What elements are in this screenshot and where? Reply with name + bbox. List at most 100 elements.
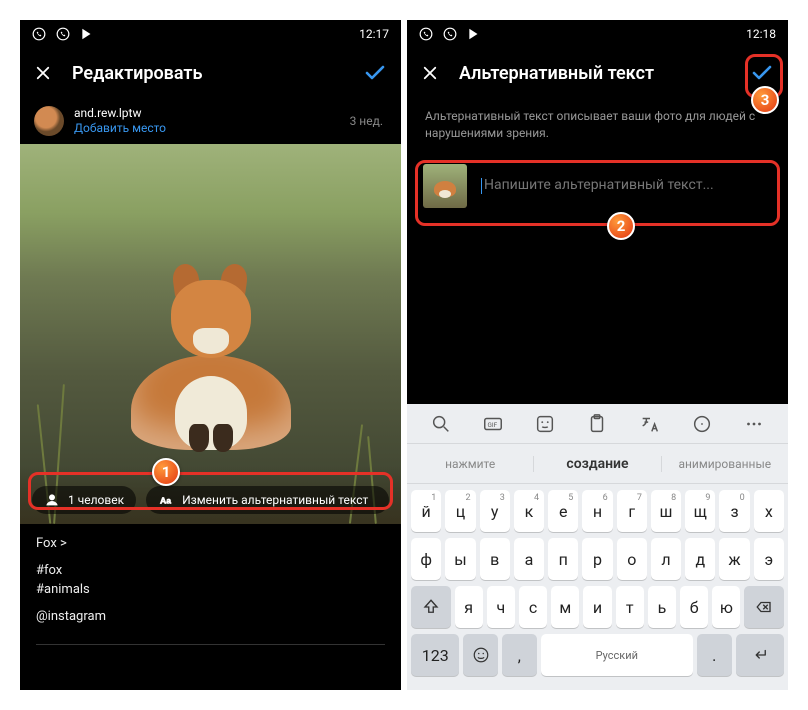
add-location-link[interactable]: Добавить место (74, 121, 166, 136)
key[interactable]: й1 (411, 490, 441, 532)
tagged-people-label: 1 человек (68, 493, 124, 507)
statusbar: 12:18 (407, 20, 788, 48)
key[interactable]: п (548, 538, 578, 580)
divider (36, 644, 385, 645)
status-time: 12:17 (359, 27, 389, 41)
close-icon[interactable] (34, 64, 52, 82)
status-time: 12:18 (746, 27, 776, 41)
key[interactable]: о (617, 538, 647, 580)
key[interactable]: р (582, 538, 612, 580)
key[interactable]: я (455, 586, 483, 628)
key[interactable]: ч (487, 586, 515, 628)
key[interactable] (744, 586, 784, 628)
sticker-icon[interactable] (534, 413, 556, 435)
key[interactable]: т (616, 586, 644, 628)
key[interactable]: э (754, 538, 784, 580)
key[interactable] (463, 634, 498, 676)
key[interactable]: з0 (719, 490, 749, 532)
key[interactable]: в (480, 538, 510, 580)
text-caret (481, 178, 482, 194)
backspace-icon (755, 598, 773, 616)
enter-icon (751, 646, 769, 664)
translate-icon[interactable] (639, 413, 661, 435)
play-store-icon (80, 27, 94, 41)
key[interactable]: ц2 (445, 490, 475, 532)
settings-icon[interactable] (691, 413, 713, 435)
emoji-icon (472, 646, 490, 664)
close-icon[interactable] (421, 64, 439, 82)
key[interactable]: ы (445, 538, 475, 580)
suggestion[interactable]: создание (533, 456, 661, 472)
viber-icon (32, 27, 46, 41)
key[interactable]: ф (411, 538, 441, 580)
suggestion[interactable]: нажмите (407, 457, 533, 471)
suggestion[interactable]: анимированные (662, 457, 788, 471)
key[interactable]: у3 (480, 490, 510, 532)
play-store-icon (467, 27, 481, 41)
caption-line: Fox > (36, 536, 385, 551)
phone-left: 12:17 Редактировать and.rew.lptw Добавит… (20, 20, 401, 690)
phone-right: 12:18 Альтернативный текст Альтернативны… (407, 20, 788, 690)
key[interactable]: м (551, 586, 579, 628)
hashtag[interactable]: #animals (36, 582, 385, 597)
mention[interactable]: @instagram (36, 609, 385, 624)
shift-icon (422, 598, 440, 616)
clipboard-icon[interactable] (586, 413, 608, 435)
key[interactable]: . (697, 634, 732, 676)
key[interactable] (411, 586, 451, 628)
key[interactable]: 123 (411, 634, 459, 676)
statusbar: 12:17 (20, 20, 401, 48)
confirm-check-icon[interactable] (750, 61, 774, 85)
edit-alt-text-button[interactable]: Aa Изменить альтернативный текст (146, 486, 389, 514)
username[interactable]: and.rew.lptw (74, 106, 166, 121)
key[interactable]: е5 (548, 490, 578, 532)
page-title: Альтернативный текст (459, 63, 730, 84)
key[interactable]: б (680, 586, 708, 628)
author-row: and.rew.lptw Добавить место 3 нед. (20, 98, 401, 144)
kb-toolbar: GIF (407, 404, 788, 444)
key[interactable] (736, 634, 784, 676)
appbar: Альтернативный текст (407, 48, 788, 98)
confirm-check-icon[interactable] (363, 61, 387, 85)
aa-icon: Aa (158, 492, 174, 508)
key[interactable]: с (519, 586, 547, 628)
viber-icon-2 (443, 27, 457, 41)
alt-text-input[interactable]: Напишите альтернативный текст... (481, 177, 772, 193)
key[interactable]: д (685, 538, 715, 580)
fox-illustration (111, 270, 311, 450)
photo-thumbnail (423, 164, 467, 208)
key[interactable]: щ9 (685, 490, 715, 532)
key[interactable]: к4 (514, 490, 544, 532)
avatar[interactable] (34, 106, 64, 136)
soft-keyboard: GIF нажмите создание анимированные й1ц2у… (407, 404, 788, 690)
key[interactable]: а (514, 538, 544, 580)
key[interactable]: ж (719, 538, 749, 580)
key[interactable]: ь (648, 586, 676, 628)
key[interactable]: н6 (582, 490, 612, 532)
appbar: Редактировать (20, 48, 401, 98)
svg-text:Aa: Aa (160, 495, 171, 505)
gif-icon[interactable]: GIF (482, 413, 504, 435)
person-icon (44, 492, 60, 508)
more-icon[interactable] (743, 413, 765, 435)
tagged-people-button[interactable]: 1 человек (32, 486, 136, 514)
kb-suggestions: нажмите создание анимированные (407, 444, 788, 484)
key[interactable]: г7 (617, 490, 647, 532)
caption-block[interactable]: Fox > #fox #animals @instagram (20, 524, 401, 636)
edit-alt-text-label: Изменить альтернативный текст (182, 493, 368, 507)
key[interactable]: х (754, 490, 784, 532)
key[interactable]: , (502, 634, 537, 676)
alt-text-input-row[interactable]: Напишите альтернативный текст... (407, 160, 788, 228)
svg-text:GIF: GIF (488, 420, 498, 428)
key[interactable]: Русский (541, 634, 693, 676)
alt-text-placeholder: Напишите альтернативный текст... (484, 177, 714, 193)
page-title: Редактировать (72, 63, 343, 84)
post-photo[interactable]: 1 человек Aa Изменить альтернативный тек… (20, 144, 401, 524)
hashtag[interactable]: #fox (36, 563, 385, 578)
search-icon[interactable] (430, 413, 452, 435)
key[interactable]: ю (712, 586, 740, 628)
viber-icon-2 (56, 27, 70, 41)
key[interactable]: ш8 (651, 490, 681, 532)
key[interactable]: и (583, 586, 611, 628)
key[interactable]: л (651, 538, 681, 580)
